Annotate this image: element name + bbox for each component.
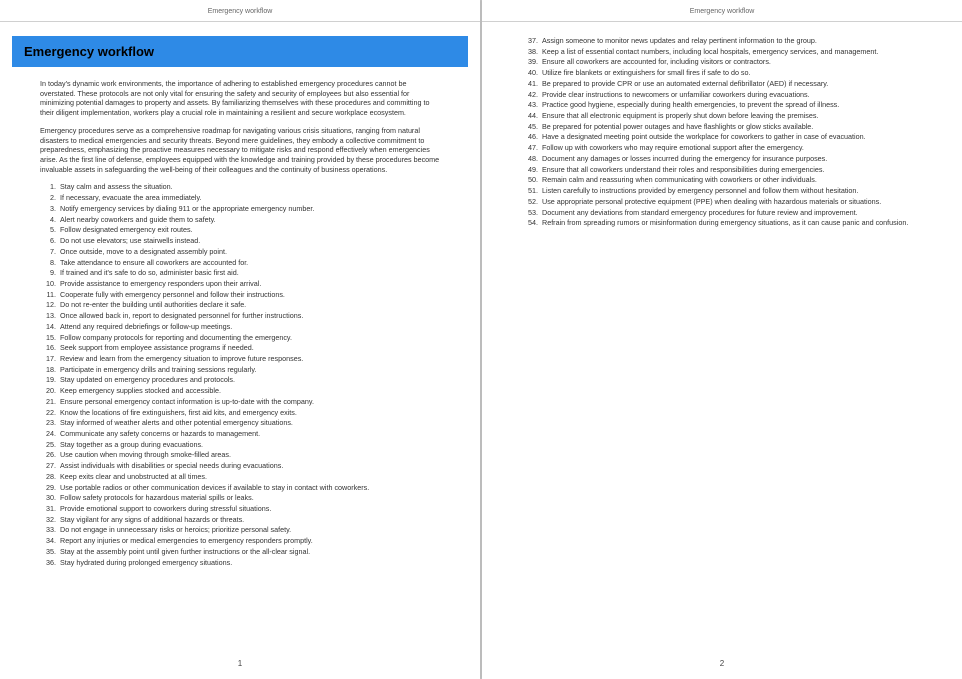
step-item: Once outside, move to a designated assem… — [58, 247, 440, 257]
step-item: Use portable radios or other communicati… — [58, 483, 440, 493]
step-item: Stay at the assembly point until given f… — [58, 547, 440, 557]
page-2: Emergency workflow Assign someone to mon… — [482, 0, 962, 679]
step-item: Ensure personal emergency contact inform… — [58, 397, 440, 407]
intro-paragraph-1: In today's dynamic work environments, th… — [40, 79, 440, 118]
step-item: Practice good hygiene, especially during… — [540, 100, 922, 110]
step-item: Stay informed of weather alerts and othe… — [58, 418, 440, 428]
page-1-body: Emergency workflow In today's dynamic wo… — [0, 22, 480, 659]
step-item: Assist individuals with disabilities or … — [58, 461, 440, 471]
step-item: Ensure that all electronic equipment is … — [540, 111, 922, 121]
step-item: Keep exits clear and unobstructed at all… — [58, 472, 440, 482]
step-item: Follow designated emergency exit routes. — [58, 225, 440, 235]
step-item: Do not re-enter the building until autho… — [58, 300, 440, 310]
step-item: Review and learn from the emergency situ… — [58, 354, 440, 364]
step-item: Refrain from spreading rumors or misinfo… — [540, 218, 922, 228]
step-item: Participate in emergency drills and trai… — [58, 365, 440, 375]
step-item: Use appropriate personal protective equi… — [540, 197, 922, 207]
step-item: If necessary, evacuate the area immediat… — [58, 193, 440, 203]
running-header-right: Emergency workflow — [482, 0, 962, 22]
step-item: Stay hydrated during prolonged emergency… — [58, 558, 440, 568]
page-1: Emergency workflow Emergency workflow In… — [0, 0, 480, 679]
step-item: Ensure all coworkers are accounted for, … — [540, 57, 922, 67]
step-item: Use caution when moving through smoke-fi… — [58, 450, 440, 460]
step-item: Report any injuries or medical emergenci… — [58, 536, 440, 546]
step-item: Keep a list of essential contact numbers… — [540, 47, 922, 57]
step-item: If trained and it's safe to do so, admin… — [58, 268, 440, 278]
step-item: Provide emotional support to coworkers d… — [58, 504, 440, 514]
document-title: Emergency workflow — [12, 36, 468, 67]
page-2-body: Assign someone to monitor news updates a… — [482, 22, 962, 659]
page-number-left: 1 — [0, 659, 480, 679]
step-item: Seek support from employee assistance pr… — [58, 343, 440, 353]
step-item: Follow safety protocols for hazardous ma… — [58, 493, 440, 503]
step-item: Stay together as a group during evacuati… — [58, 440, 440, 450]
step-item: Provide clear instructions to newcomers … — [540, 90, 922, 100]
document-spread: Emergency workflow Emergency workflow In… — [0, 0, 962, 679]
step-item: Have a designated meeting point outside … — [540, 132, 922, 142]
step-item: Do not engage in unnecessary risks or he… — [58, 525, 440, 535]
step-item: Know the locations of fire extinguishers… — [58, 408, 440, 418]
step-item: Listen carefully to instructions provide… — [540, 186, 922, 196]
step-item: Follow company protocols for reporting a… — [58, 333, 440, 343]
steps-list-page-1: Stay calm and assess the situation.If ne… — [40, 182, 440, 567]
step-item: Notify emergency services by dialing 911… — [58, 204, 440, 214]
running-header-left: Emergency workflow — [0, 0, 480, 22]
step-item: Stay calm and assess the situation. — [58, 182, 440, 192]
step-item: Assign someone to monitor news updates a… — [540, 36, 922, 46]
step-item: Cooperate fully with emergency personnel… — [58, 290, 440, 300]
step-item: Do not use elevators; use stairwells ins… — [58, 236, 440, 246]
step-item: Follow up with coworkers who may require… — [540, 143, 922, 153]
step-item: Utilize fire blankets or extinguishers f… — [540, 68, 922, 78]
step-item: Ensure that all coworkers understand the… — [540, 165, 922, 175]
step-item: Remain calm and reassuring when communic… — [540, 175, 922, 185]
step-item: Keep emergency supplies stocked and acce… — [58, 386, 440, 396]
step-item: Take attendance to ensure all coworkers … — [58, 258, 440, 268]
step-item: Be prepared for potential power outages … — [540, 122, 922, 132]
steps-list-page-2: Assign someone to monitor news updates a… — [522, 36, 922, 228]
step-item: Communicate any safety concerns or hazar… — [58, 429, 440, 439]
step-item: Alert nearby coworkers and guide them to… — [58, 215, 440, 225]
step-item: Stay updated on emergency procedures and… — [58, 375, 440, 385]
step-item: Document any deviations from standard em… — [540, 208, 922, 218]
step-item: Provide assistance to emergency responde… — [58, 279, 440, 289]
step-item: Once allowed back in, report to designat… — [58, 311, 440, 321]
intro-paragraph-2: Emergency procedures serve as a comprehe… — [40, 126, 440, 175]
page-number-right: 2 — [482, 659, 962, 679]
step-item: Attend any required debriefings or follo… — [58, 322, 440, 332]
step-item: Document any damages or losses incurred … — [540, 154, 922, 164]
step-item: Be prepared to provide CPR or use an aut… — [540, 79, 922, 89]
step-item: Stay vigilant for any signs of additiona… — [58, 515, 440, 525]
